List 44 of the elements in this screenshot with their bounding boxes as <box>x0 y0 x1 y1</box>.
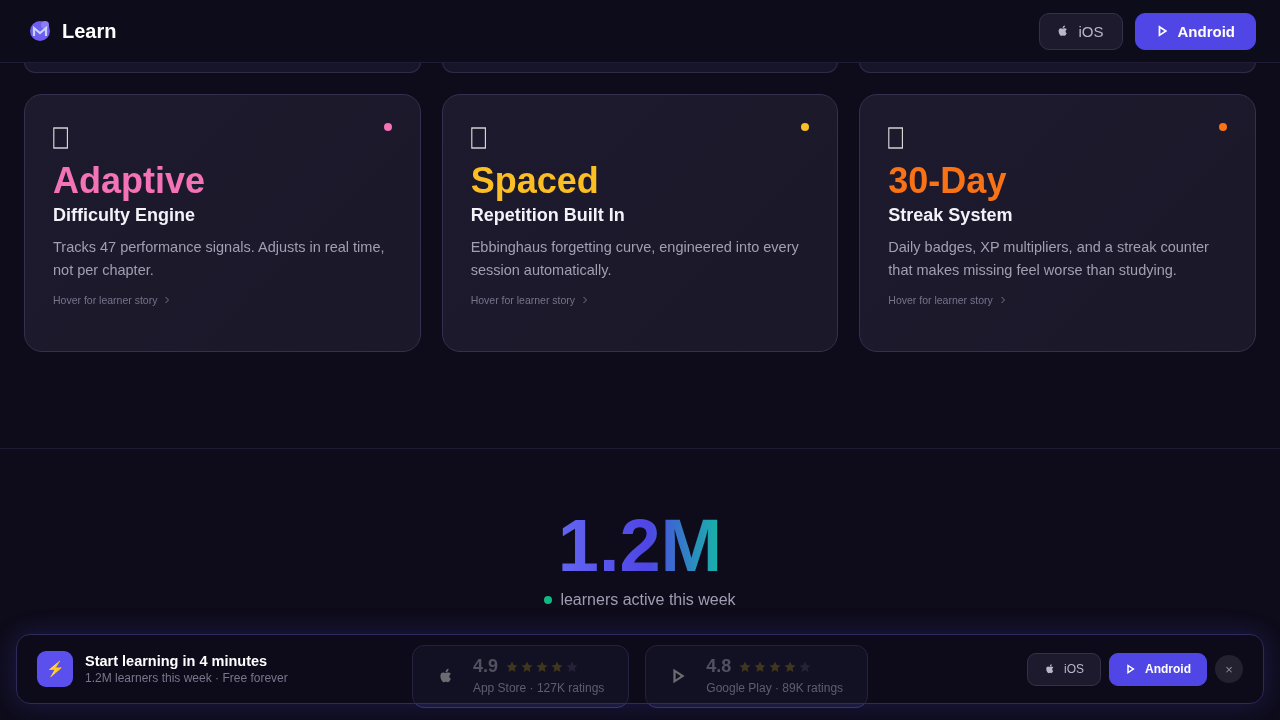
chevron-icon <box>163 295 172 304</box>
star-icon <box>550 660 563 673</box>
missing-glyph-icon <box>53 127 68 149</box>
star-icon <box>505 660 518 673</box>
android-button[interactable]: Android <box>1134 12 1256 50</box>
learner-story-link[interactable]: Hover for learner story <box>53 293 172 306</box>
feature-highlight: 30-Day <box>888 161 1008 201</box>
feature-description: Daily badges, XP multipliers, and a streak counter that makes missing feel worse than studying. <box>888 237 1210 280</box>
rating-score: 4.8 <box>706 656 732 677</box>
banner-subtitle: 1.2M learners this week · Free forever <box>85 671 288 685</box>
feature-title: Repetition Built In <box>470 204 626 226</box>
close-button[interactable]: × <box>1215 655 1243 683</box>
android-button[interactable]: Android <box>1109 652 1207 686</box>
banner-title: Start learning in 4 minutes <box>85 653 269 669</box>
live-dot <box>544 596 553 604</box>
star-icon <box>784 660 797 673</box>
feature-highlight: Spaced <box>470 161 600 201</box>
missing-glyph-icon <box>888 127 904 149</box>
star-icon <box>769 660 782 673</box>
logo-icon <box>28 19 52 43</box>
ios-button[interactable]: iOS <box>1039 12 1123 50</box>
brand-name: Learn <box>62 19 117 43</box>
feature-title: Difficulty Engine <box>53 204 196 226</box>
chevron-icon <box>581 295 590 304</box>
rating-caption: App Store · 127K ratings <box>472 681 605 695</box>
feature-title: Streak System <box>888 204 1014 226</box>
feature-description: Ebbinghaus forgetting curve, engineered into every session automatically. <box>470 237 800 280</box>
apple-icon <box>1044 663 1056 675</box>
feature-description: Tracks 47 performance signals. Adjusts in real time, not per chapter. <box>53 237 386 280</box>
missing-glyph-icon <box>470 127 486 149</box>
rating-caption: Google Play · 89K ratings <box>706 681 844 695</box>
rating-score: 4.9 <box>472 656 498 677</box>
play-store-icon <box>1125 663 1137 675</box>
chevron-icon <box>998 295 1007 304</box>
stat-label: learners active this week <box>560 591 736 609</box>
ios-button[interactable]: iOS <box>1027 652 1101 686</box>
star-icon <box>739 660 752 673</box>
star-icon <box>535 660 548 673</box>
star-icon <box>520 660 533 673</box>
star-icon <box>754 660 767 673</box>
learner-story-link[interactable]: Hover for learner story <box>470 293 590 306</box>
learner-story-link[interactable]: Hover for learner story <box>888 293 1007 306</box>
feature-highlight: Adaptive <box>53 161 207 201</box>
lightning-icon: ⚡ <box>37 651 73 687</box>
